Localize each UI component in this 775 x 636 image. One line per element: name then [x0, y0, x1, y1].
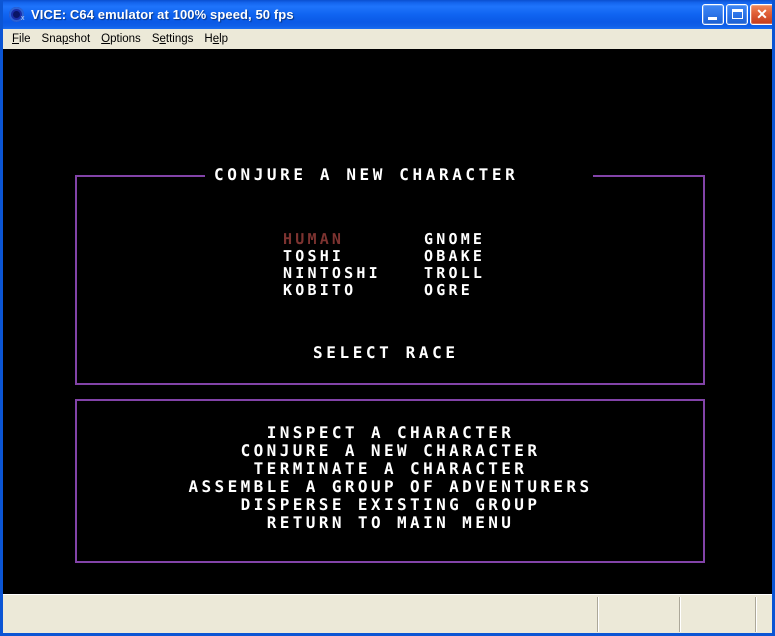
race-option-gnome[interactable]: GNOME — [424, 231, 485, 247]
menu-snapshot-rest: shot — [68, 33, 91, 45]
statusbar-divider-2 — [679, 597, 681, 632]
menu-item-snapshot[interactable]: Snapshot — [40, 32, 100, 46]
menu-item-settings[interactable]: Settings — [150, 32, 203, 46]
menubar: File Snapshot Options Settings Help — [3, 29, 772, 49]
menu-snapshot-pre: Sna — [41, 33, 63, 45]
race-option-ogre[interactable]: OGRE — [424, 282, 473, 298]
race-option-human[interactable]: HUMAN — [283, 231, 344, 247]
menu-item-options[interactable]: Options — [99, 32, 150, 46]
menu-option-disperse-existing-group[interactable]: DISPERSE EXISTING GROUP — [3, 497, 772, 513]
close-button[interactable]: ✕ — [750, 4, 772, 25]
menu-item-help[interactable]: Help — [202, 32, 237, 46]
statusbar: Joystick: 8: 35.0 — [3, 594, 772, 633]
menu-help-pre: H — [204, 33, 213, 45]
menu-options-rest: ptions — [110, 33, 141, 45]
window-titlebar[interactable]: x VICE: C64 emulator at 100% speed, 50 f… — [3, 0, 772, 29]
menu-option-terminate-a-character[interactable]: TERMINATE A CHARACTER — [3, 461, 772, 477]
menu-options-mnemonic: O — [101, 33, 111, 45]
maximize-button[interactable] — [726, 4, 748, 25]
statusbar-divider-3 — [755, 597, 757, 632]
panel-title: CONJURE A NEW CHARACTER — [214, 165, 519, 184]
menu-option-return-to-main-menu[interactable]: RETURN TO MAIN MENU — [3, 515, 772, 531]
statusbar-divider-1 — [597, 597, 599, 632]
maximize-icon — [732, 9, 743, 19]
window-title: VICE: C64 emulator at 100% speed, 50 fps — [31, 7, 294, 22]
race-option-nintoshi[interactable]: NINTOSHI — [283, 265, 381, 281]
emulator-screen[interactable]: CONJURE A NEW CHARACTER HUMAN TOSHI NINT… — [3, 49, 772, 594]
close-icon: ✕ — [756, 6, 768, 22]
menu-settings-rest: ttings — [165, 33, 194, 45]
menu-option-conjure-a-new-character[interactable]: CONJURE A NEW CHARACTER — [3, 443, 772, 459]
vice-logo-icon: x — [8, 6, 26, 24]
menu-help-rest: lp — [219, 33, 229, 45]
menu-item-file[interactable]: File — [10, 32, 40, 46]
minimize-button[interactable] — [702, 4, 724, 25]
c64-display: CONJURE A NEW CHARACTER HUMAN TOSHI NINT… — [3, 49, 772, 594]
menu-file-mnemonic: F — [12, 33, 20, 45]
race-option-obake[interactable]: OBAKE — [424, 248, 485, 264]
window-controls: ✕ — [702, 4, 772, 25]
select-race-prompt: SELECT RACE — [313, 343, 459, 362]
race-option-toshi[interactable]: TOSHI — [283, 248, 344, 264]
race-option-kobito[interactable]: KOBITO — [283, 282, 356, 298]
minimize-icon — [708, 17, 717, 20]
menu-option-assemble-a-group-of-adventurers[interactable]: ASSEMBLE A GROUP OF ADVENTURERS — [3, 479, 772, 495]
menu-file-rest: ile — [19, 33, 31, 45]
race-option-troll[interactable]: TROLL — [424, 265, 485, 281]
menu-option-inspect-a-character[interactable]: INSPECT A CHARACTER — [3, 425, 772, 441]
vice-emulator-window: x VICE: C64 emulator at 100% speed, 50 f… — [0, 0, 775, 636]
